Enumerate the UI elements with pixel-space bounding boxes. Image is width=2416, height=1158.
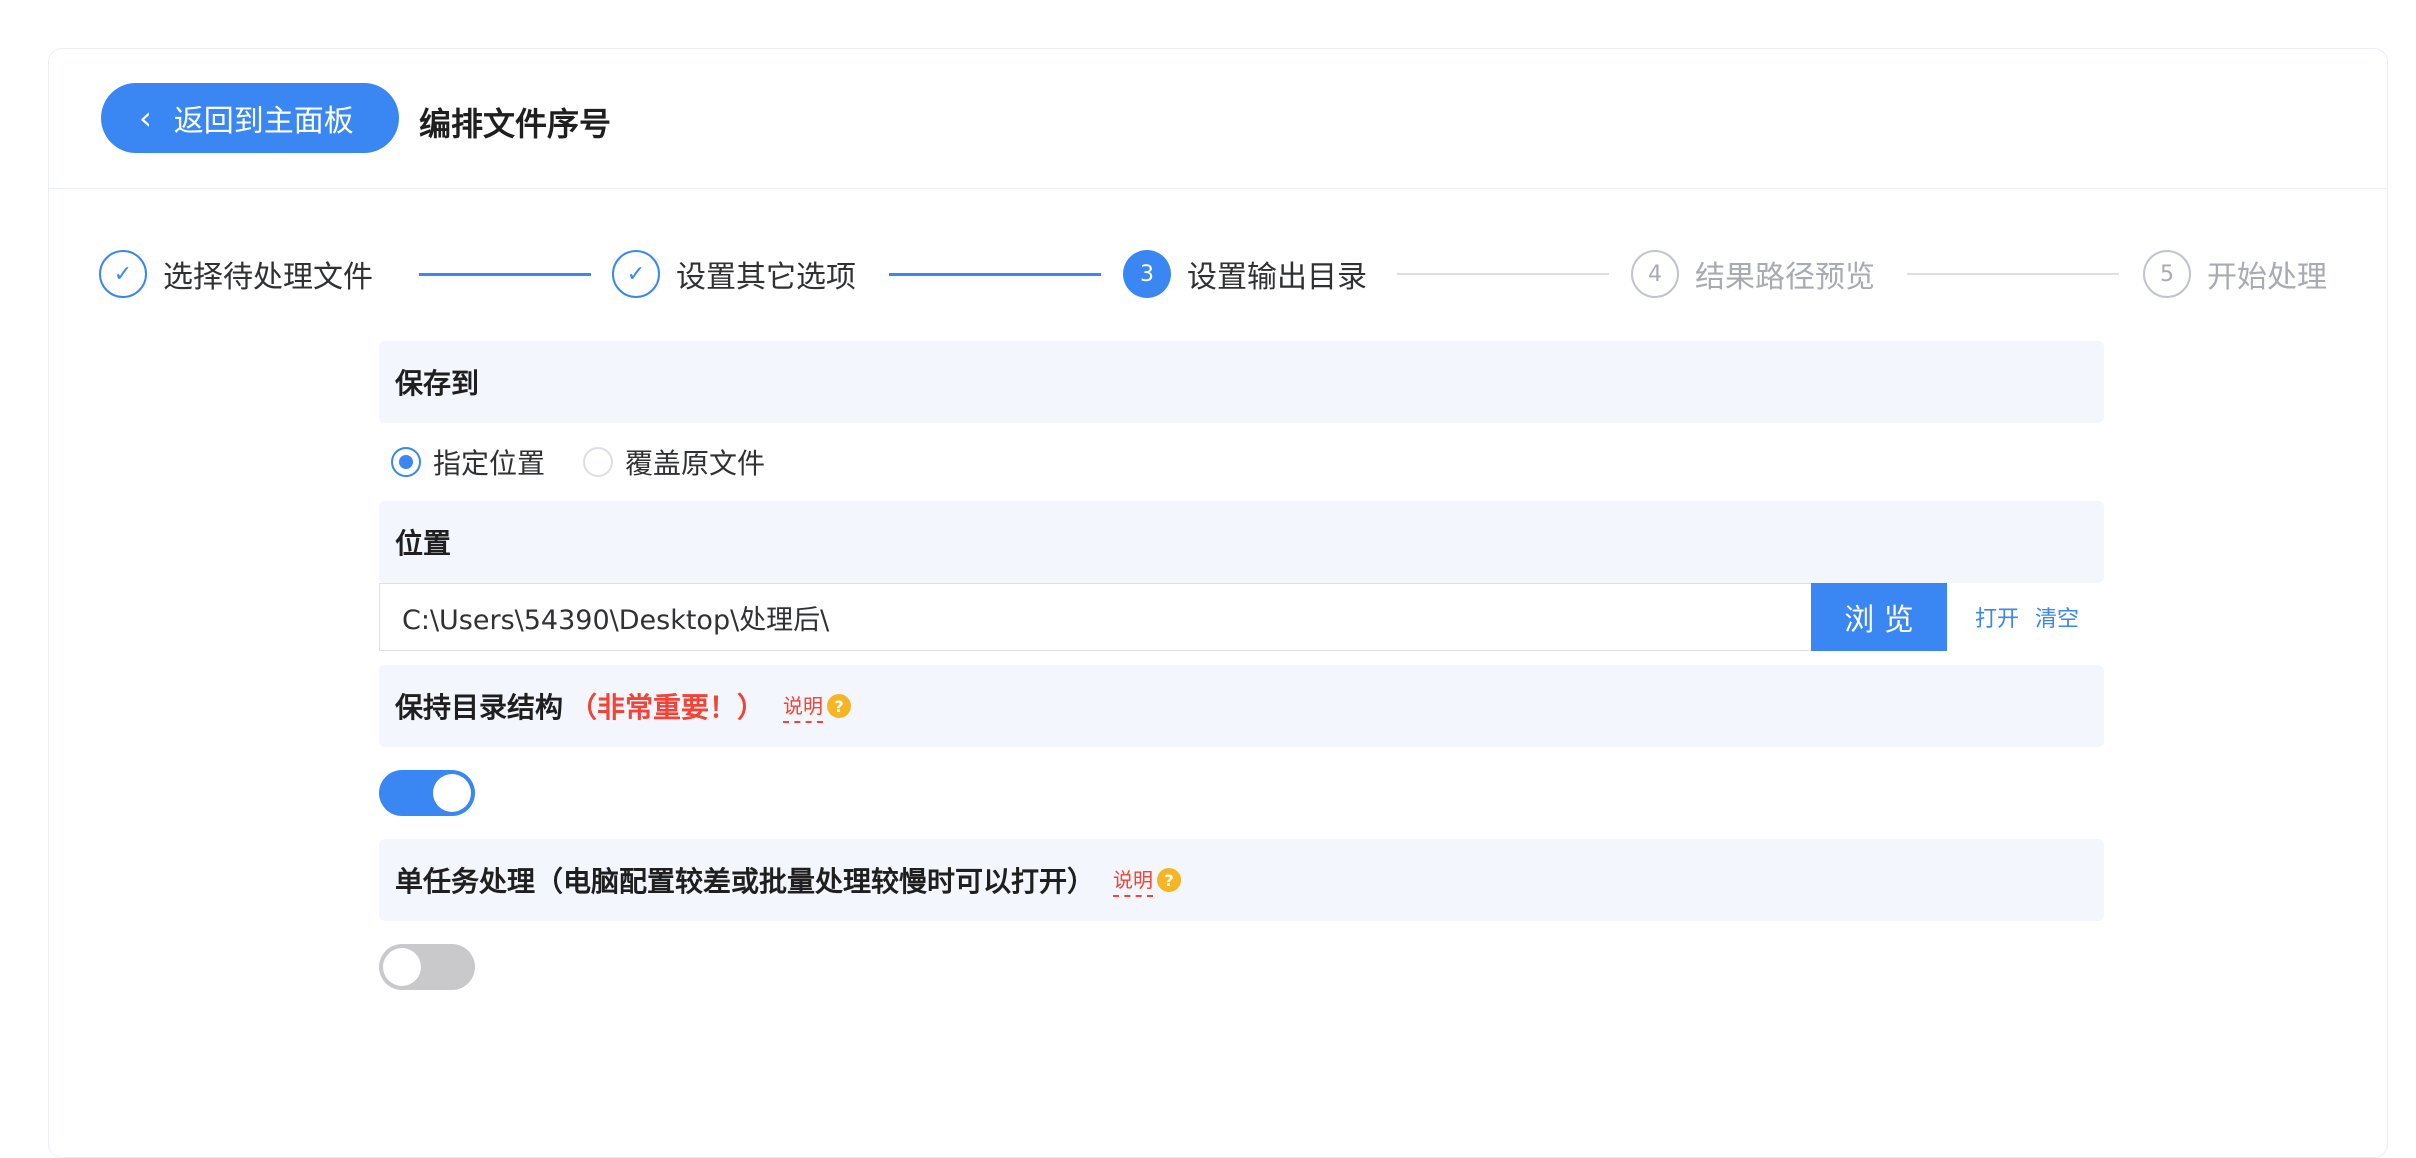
step-start-processing[interactable]: 5 开始处理: [2143, 239, 2327, 309]
step-connector: [419, 273, 591, 276]
clear-path-link[interactable]: 清空: [2035, 583, 2079, 651]
keep-structure-switch-row: [379, 747, 2104, 839]
keep-structure-section-title: 保持目录结构 （非常重要！） 说明 ?: [379, 665, 2104, 747]
steps-bar: ✓ 选择待处理文件 ✓ 设置其它选项 3 设置输出目录 4 结果路径预览 5 开…: [49, 239, 2389, 309]
chevron-left-icon: ‹: [139, 99, 152, 137]
radio-dot: [391, 447, 421, 477]
save-to-options: 指定位置 覆盖原文件: [379, 423, 2104, 501]
keep-structure-help-link[interactable]: 说明: [783, 690, 824, 723]
step-connector: [1397, 273, 1609, 275]
step-connector: [1907, 273, 2119, 275]
radio-label: 覆盖原文件: [625, 447, 766, 480]
header: ‹ 返回到主面板 编排文件序号: [49, 49, 2387, 189]
single-task-switch-row: [379, 921, 2104, 1013]
output-settings-form: 保存到 指定位置 覆盖原文件 位置 浏 览 打开 清空 保持目录结构 （非常重要…: [379, 341, 2104, 1013]
question-icon: ?: [1157, 868, 1182, 892]
step-label: 结果路径预览: [1695, 260, 1875, 295]
main-card: ‹ 返回到主面板 编排文件序号 ✓ 选择待处理文件 ✓ 设置其它选项 3 设置输…: [48, 48, 2388, 1158]
radio-dot: [583, 447, 614, 477]
step-select-files[interactable]: ✓ 选择待处理文件: [99, 239, 373, 309]
step-label: 选择待处理文件: [163, 260, 373, 295]
radio-specified-location[interactable]: 指定位置: [391, 442, 545, 482]
output-path-input[interactable]: [379, 583, 1811, 651]
single-task-help-link[interactable]: 说明: [1113, 864, 1154, 897]
step-number: 4: [1631, 250, 1679, 298]
single-task-toggle[interactable]: [379, 944, 475, 990]
question-icon: ?: [827, 694, 852, 718]
important-note: （非常重要！）: [569, 691, 766, 724]
toggle-knob: [433, 774, 471, 812]
step-output-dir[interactable]: 3 设置输出目录: [1123, 239, 1367, 309]
open-folder-link[interactable]: 打开: [1975, 583, 2019, 651]
step-number: 3: [1123, 250, 1171, 298]
step-other-options[interactable]: ✓ 设置其它选项: [612, 239, 856, 309]
radio-label: 指定位置: [433, 447, 546, 480]
back-button-label: 返回到主面板: [173, 104, 354, 139]
page-title: 编排文件序号: [419, 105, 612, 143]
keep-structure-title: 保持目录结构: [395, 691, 564, 724]
step-connector: [889, 273, 1101, 276]
save-to-title: 保存到: [395, 367, 480, 400]
check-icon: ✓: [612, 250, 660, 298]
step-label: 设置其它选项: [676, 260, 856, 295]
back-to-dashboard-button[interactable]: ‹ 返回到主面板: [101, 83, 399, 153]
location-title: 位置: [395, 527, 452, 560]
single-task-title: 单任务处理（电脑配置较差或批量处理较慢时可以打开）: [395, 865, 1096, 898]
check-icon: ✓: [99, 250, 147, 298]
location-row: 浏 览 打开 清空: [379, 583, 2104, 651]
radio-overwrite-original[interactable]: 覆盖原文件: [583, 442, 765, 482]
keep-structure-toggle[interactable]: [379, 770, 475, 816]
step-label: 设置输出目录: [1187, 260, 1367, 295]
browse-button[interactable]: 浏 览: [1811, 583, 1947, 651]
location-section-title: 位置: [379, 501, 2104, 583]
save-to-section-title: 保存到: [379, 341, 2104, 423]
toggle-knob: [383, 948, 421, 986]
step-preview-paths[interactable]: 4 结果路径预览: [1631, 239, 1875, 309]
single-task-section-title: 单任务处理（电脑配置较差或批量处理较慢时可以打开） 说明 ?: [379, 839, 2104, 921]
step-label: 开始处理: [2207, 260, 2327, 295]
step-number: 5: [2143, 250, 2191, 298]
